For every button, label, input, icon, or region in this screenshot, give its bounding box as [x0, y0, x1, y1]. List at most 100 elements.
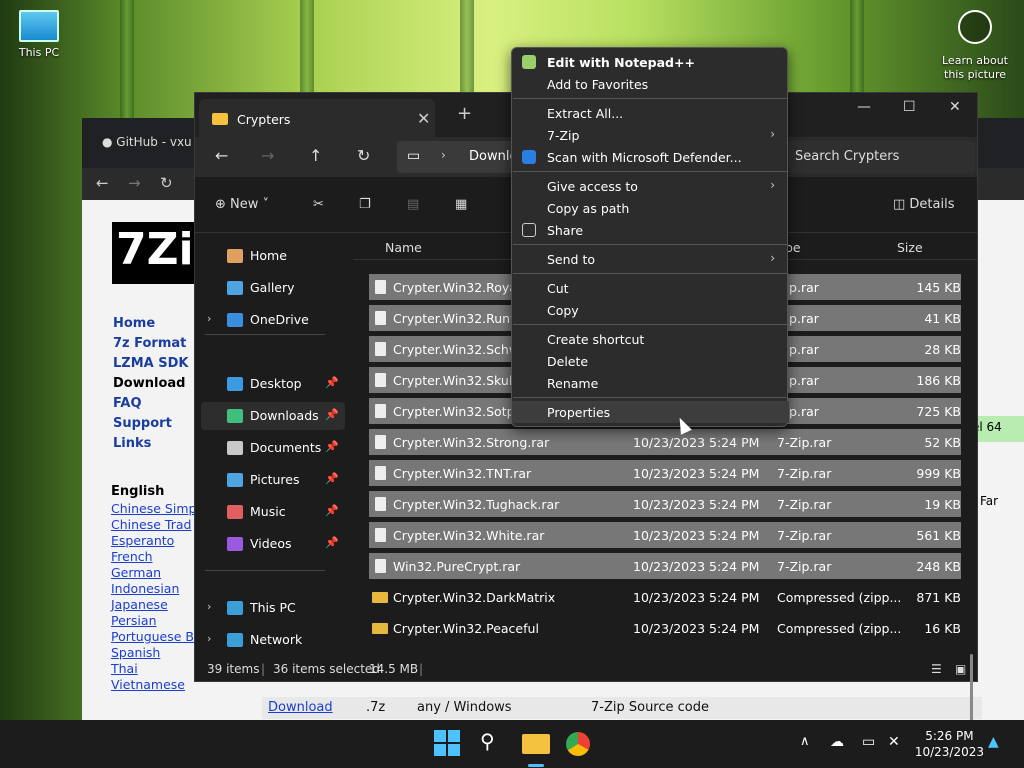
site-menu-item[interactable]: Download	[113, 374, 188, 394]
pin-icon: 📌	[325, 408, 339, 421]
menu-item-extract-all[interactable]: Extract All...	[512, 102, 789, 124]
sidebar-item-this-pc[interactable]: › This PC	[201, 594, 345, 622]
menu-item-give-access-to[interactable]: Give access to ›	[512, 175, 789, 197]
maximize-icon[interactable]: ☐	[903, 99, 916, 115]
menu-item-7-zip[interactable]: 7-Zip ›	[512, 124, 789, 146]
close-tab-icon[interactable]: ✕	[417, 109, 430, 128]
minimize-icon[interactable]: —	[857, 99, 871, 115]
column-name[interactable]: Name	[385, 240, 422, 255]
language-link[interactable]: Vietnamese	[111, 677, 196, 693]
site-menu-item[interactable]: LZMA SDK	[113, 354, 188, 374]
language-link[interactable]: Chinese Simp	[111, 501, 196, 517]
file-row[interactable]: Crypter.Win32.Peaceful 10/23/2023 5:24 PM…	[369, 615, 961, 641]
up-icon[interactable]: ↑	[309, 146, 322, 165]
tiles-view-icon[interactable]: ▣	[955, 662, 966, 676]
browser-tab-github[interactable]: ● GitHub - vxu	[102, 135, 192, 149]
menu-item-cut[interactable]: Cut	[512, 277, 789, 299]
details-button[interactable]: ◫ Details	[893, 197, 955, 212]
menu-item-copy[interactable]: Copy	[512, 299, 789, 321]
menu-item-edit-with-notepad[interactable]: Edit with Notepad++	[512, 51, 789, 73]
menu-item-add-to-favorites[interactable]: Add to Favorites	[512, 73, 789, 95]
chevron-right-icon[interactable]: ›	[207, 312, 211, 325]
menu-item-create-shortcut[interactable]: Create shortcut	[512, 328, 789, 350]
forward-icon[interactable]: →	[128, 174, 141, 192]
chrome-icon[interactable]	[566, 732, 590, 756]
sidebar-item-downloads[interactable]: Downloads 📌	[201, 402, 345, 430]
new-button[interactable]: ⊕ New ˅	[215, 197, 269, 212]
column-size[interactable]: Size	[897, 240, 923, 255]
menu-item-scan-with-microsoft-defender[interactable]: Scan with Microsoft Defender...	[512, 146, 789, 168]
menu-item-send-to[interactable]: Send to ›	[512, 248, 789, 270]
language-link[interactable]: Chinese Trad	[111, 517, 196, 533]
site-menu-item[interactable]: 7z Format	[113, 334, 188, 354]
back-icon[interactable]: ←	[215, 146, 228, 165]
language-link[interactable]: Portuguese B	[111, 629, 196, 645]
file-size: 871 KB	[916, 590, 961, 605]
menu-item-copy-as-path[interactable]: Copy as path	[512, 197, 789, 219]
details-view-icon[interactable]: ☰	[931, 662, 942, 676]
language-link[interactable]: German	[111, 565, 196, 581]
desktop-icon-this-pc[interactable]: This PC	[14, 10, 64, 59]
download-link[interactable]: Download	[268, 700, 333, 715]
language-link[interactable]: Spanish	[111, 645, 196, 661]
file-row[interactable]: Crypter.Win32.White.rar 10/23/2023 5:24 P…	[369, 522, 961, 548]
file-name: Crypter.Win32.DarkMatrix	[393, 590, 556, 605]
language-link[interactable]: Persian	[111, 613, 196, 629]
language-link[interactable]: French	[111, 549, 196, 565]
learn-about-picture[interactable]: Learn about this picture	[940, 10, 1010, 82]
language-link[interactable]: Japanese	[111, 597, 196, 613]
menu-item-share[interactable]: Share	[512, 219, 789, 241]
lang-heading: English	[111, 484, 165, 499]
file-type: 7-Zip.rar	[777, 466, 832, 481]
mute-icon[interactable]: ✕	[888, 734, 900, 750]
new-tab-icon[interactable]: +	[457, 103, 472, 124]
reload-icon[interactable]: ↻	[160, 174, 173, 192]
address-bar[interactable]: ▭ › Downlo	[397, 141, 517, 173]
chevron-right-icon: ›	[770, 127, 775, 141]
sidebar-item-network[interactable]: › Network	[201, 626, 345, 654]
file-row[interactable]: Win32.PureCrypt.rar 10/23/2023 5:24 PM 7-Z…	[369, 553, 961, 579]
cut-icon[interactable]: ✂	[313, 197, 324, 212]
site-menu-item[interactable]: Support	[113, 414, 188, 434]
close-window-icon[interactable]: ✕	[949, 99, 961, 115]
site-menu-item[interactable]: Links	[113, 434, 188, 454]
sidebar-item-home[interactable]: Home	[201, 242, 345, 270]
menu-item-rename[interactable]: Rename	[512, 372, 789, 394]
search-input[interactable]: Search Crypters	[783, 141, 975, 173]
sidebar-item-videos[interactable]: Videos 📌	[201, 530, 345, 558]
file-row[interactable]: Crypter.Win32.Tughack.rar 10/23/2023 5:24…	[369, 491, 961, 517]
sidebar-item-gallery[interactable]: Gallery	[201, 274, 345, 302]
sidebar-item-pictures[interactable]: Pictures 📌	[201, 466, 345, 494]
forward-icon[interactable]: →	[261, 146, 274, 165]
menu-item-delete[interactable]: Delete	[512, 350, 789, 372]
chevron-right-icon[interactable]: ›	[207, 600, 211, 613]
paste-icon[interactable]: ▤	[407, 197, 419, 212]
sidebar-item-onedrive[interactable]: › OneDrive	[201, 306, 345, 334]
copy-icon[interactable]: ❐	[359, 197, 371, 212]
chevron-up-icon[interactable]: ∧	[800, 734, 810, 749]
file-explorer-icon[interactable]	[522, 734, 550, 754]
search-icon[interactable]: ⚲	[480, 729, 495, 753]
site-menu-item[interactable]: FAQ	[113, 394, 188, 414]
refresh-icon[interactable]: ↻	[357, 146, 370, 165]
chevron-right-icon[interactable]: ›	[207, 632, 211, 645]
notification-bell-icon[interactable]: ▲	[988, 734, 999, 750]
rename-icon[interactable]: ▦	[455, 197, 467, 212]
back-icon[interactable]: ←	[96, 174, 109, 192]
clock[interactable]: 5:26 PM 10/23/2023	[915, 728, 984, 760]
language-link[interactable]: Indonesian	[111, 581, 196, 597]
language-link[interactable]: Thai	[111, 661, 196, 677]
sidebar-item-music[interactable]: Music 📌	[201, 498, 345, 526]
file-row[interactable]: Crypter.Win32.Strong.rar 10/23/2023 5:24 …	[369, 429, 961, 455]
file-row[interactable]: Crypter.Win32.TNT.rar 10/23/2023 5:24 PM 7…	[369, 460, 961, 486]
file-row[interactable]: Crypter.Win32.DarkMatrix 10/23/2023 5:24 …	[369, 584, 961, 610]
volume-icon[interactable]: ▭	[862, 734, 875, 750]
explorer-tab[interactable]: Crypters ✕	[199, 99, 435, 137]
language-link[interactable]: Esperanto	[111, 533, 196, 549]
site-menu-item[interactable]: Home	[113, 314, 188, 334]
network-icon[interactable]: ☁	[830, 734, 844, 750]
sidebar-item-desktop[interactable]: Desktop 📌	[201, 370, 345, 398]
menu-item-properties[interactable]: Properties	[512, 401, 789, 423]
sidebar-item-documents[interactable]: Documents 📌	[201, 434, 345, 462]
start-icon[interactable]	[434, 730, 460, 756]
